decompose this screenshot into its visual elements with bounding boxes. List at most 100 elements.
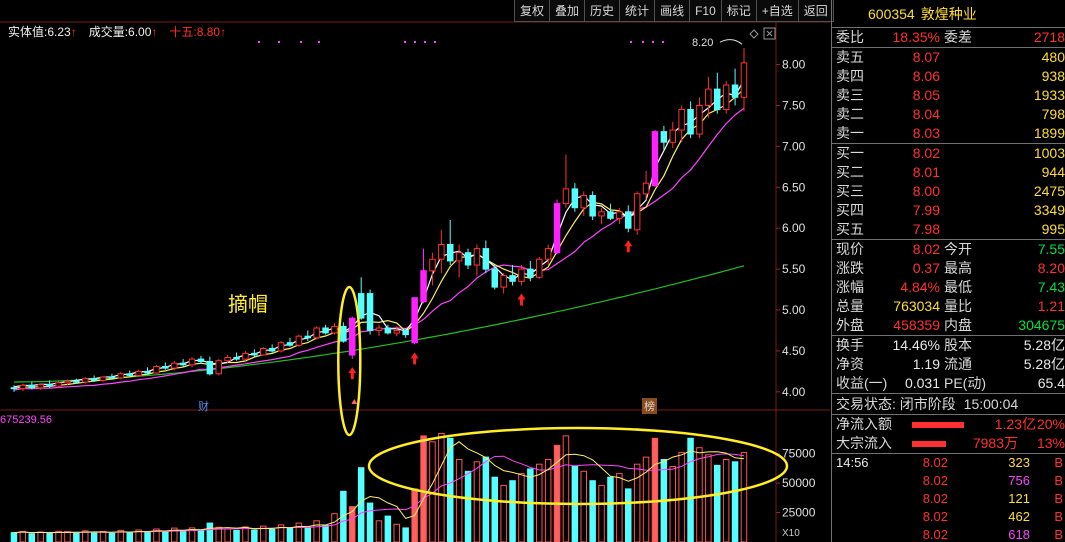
quote-block-1: 现价 8.02 今开 7.55 涨跌 0.37 最高 8.20 涨幅 4.84% 最低 7.43 … <box>832 240 1065 335</box>
volume-bar <box>224 528 231 542</box>
candle-body <box>375 327 383 331</box>
volume-bar <box>268 528 276 542</box>
volume-bar <box>589 480 596 542</box>
kline-chart[interactable]: 8.00 7.50 7.00 6.50 6.00 5.50 5.00 4.50 4.00 7500… <box>0 0 830 542</box>
volume-bar <box>46 533 53 542</box>
quote-panel: 600354 敦煌种业 委比 18.35% 委差 2718 卖五 8.07 480 卖… <box>831 0 1065 542</box>
bid-row[interactable]: 买五 7.98 995 <box>832 220 1065 239</box>
quote-row: 现价 8.02 今开 7.55 <box>832 240 1065 259</box>
flow-percent: 13% <box>1036 435 1065 451</box>
candle-body <box>714 88 721 111</box>
candle-body <box>731 84 739 98</box>
signal-dot <box>642 41 644 43</box>
candle-body <box>553 203 561 254</box>
up-arrow-marker <box>517 293 526 306</box>
candle-body <box>616 211 623 219</box>
volume-bar <box>722 459 730 542</box>
toolbar-button-back[interactable]: 返回 <box>797 0 834 22</box>
volume-bar <box>402 527 409 542</box>
toolbar-button-stats[interactable]: 统计 <box>619 0 656 22</box>
vol-label: 成交量: <box>88 25 129 39</box>
candle-body <box>179 362 187 366</box>
candle-body <box>411 297 418 344</box>
volume-bar <box>509 480 516 542</box>
ask-volume: 938 <box>1041 68 1065 84</box>
price-tick-label: 7.50 <box>782 98 806 112</box>
quote-value: 8.02 <box>912 241 940 257</box>
candle-body <box>536 258 543 278</box>
candle-body <box>518 268 525 282</box>
ask-label: 卖五 <box>836 49 864 65</box>
quote-row: 收益(一) 0.031 PE(动) 65.4 <box>832 374 1065 393</box>
candle-body <box>331 325 338 334</box>
flow-value: 1.23亿 <box>994 416 1036 432</box>
bid-row[interactable]: 买三 8.00 2475 <box>832 182 1065 201</box>
candle-body <box>660 131 668 143</box>
status-label: 交易状态: <box>836 396 896 412</box>
volume-bar <box>473 461 481 542</box>
tick-volume: 462 <box>1008 509 1030 524</box>
toolbar-button-history[interactable]: 历史 <box>584 0 621 22</box>
volume-bar <box>669 466 676 542</box>
volume-bar <box>580 470 587 542</box>
candle-body <box>188 358 196 366</box>
annotation-ellipse-cap-off <box>337 285 362 437</box>
ma-3-line <box>13 79 745 388</box>
volume-bar <box>90 532 98 542</box>
volume-bar <box>607 476 614 542</box>
volume-bar <box>64 531 71 542</box>
candle-body <box>402 330 409 336</box>
volume-bar <box>304 526 311 542</box>
candle-body <box>580 195 587 209</box>
volume-bar <box>197 530 205 542</box>
tick-time <box>832 490 888 508</box>
volume-bar <box>518 473 525 542</box>
quote-label: 涨跌 <box>836 260 864 276</box>
volume-bar <box>19 530 27 542</box>
candle-body <box>197 358 205 363</box>
quote-label: 今开 <box>944 241 972 257</box>
ask-row[interactable]: 卖二 8.04 798 <box>832 105 1065 124</box>
toolbar-button-mark[interactable]: 标记 <box>720 0 757 22</box>
quote-value: 8.20 <box>1037 260 1065 276</box>
up-arrow-marker <box>410 352 419 365</box>
volume-bar <box>544 459 552 542</box>
bid-row[interactable]: 买一 8.02 1003 <box>832 144 1065 163</box>
toolbar-button-f10[interactable]: F10 <box>689 0 722 22</box>
toolbar-button-draw[interactable]: 画线 <box>654 0 691 22</box>
finance-event-tag[interactable]: 财 <box>196 398 211 414</box>
stock-header: 600354 敦煌种业 <box>832 0 1065 28</box>
ask-row[interactable]: 卖五 8.07 480 <box>832 48 1065 67</box>
tick-direction: B <box>1054 473 1063 488</box>
bid-row[interactable]: 买四 7.99 3349 <box>832 201 1065 220</box>
up-arrow-marker <box>348 367 357 380</box>
bid-label: 买四 <box>836 202 864 218</box>
ask-row[interactable]: 卖四 8.06 938 <box>832 67 1065 86</box>
entity-arrow: ↑ <box>70 25 77 39</box>
candle-body <box>357 293 365 319</box>
candle-body <box>625 211 632 229</box>
weicha-value: 2718 <box>1033 29 1065 45</box>
toolbar-button-add-watchlist[interactable]: +自选 <box>755 0 799 22</box>
candle-body <box>233 357 240 360</box>
quote-label: 总量 <box>836 298 864 314</box>
volume-bar <box>331 513 338 542</box>
vol-arrow: ↑ <box>151 25 158 39</box>
ask-row[interactable]: 卖三 8.05 1933 <box>832 86 1065 105</box>
toolbar-button-overlay[interactable]: 叠加 <box>549 0 586 22</box>
entity-label: 实体值: <box>8 25 48 39</box>
list-event-tag[interactable]: 榜 <box>642 398 657 414</box>
tick-time: 14:56 <box>836 455 869 470</box>
volume-bar <box>714 464 721 542</box>
bid-row[interactable]: 买二 8.01 944 <box>832 163 1065 182</box>
candle-body <box>277 342 285 352</box>
kline-chart-area[interactable]: 8.00 7.50 7.00 6.50 6.00 5.50 5.00 4.50 4.00 7500… <box>0 0 834 542</box>
candle-body <box>224 357 231 362</box>
ask-row[interactable]: 卖一 8.03 1899 <box>832 124 1065 143</box>
candle-body <box>108 376 116 379</box>
weibi-label: 委比 <box>836 29 864 45</box>
price-tick-label: 4.50 <box>782 344 806 358</box>
toolbar-button-fuquan[interactable]: 复权 <box>514 0 551 22</box>
tick-row: 8.02 121 B <box>832 490 1065 508</box>
quote-label: 股本 <box>944 337 972 353</box>
